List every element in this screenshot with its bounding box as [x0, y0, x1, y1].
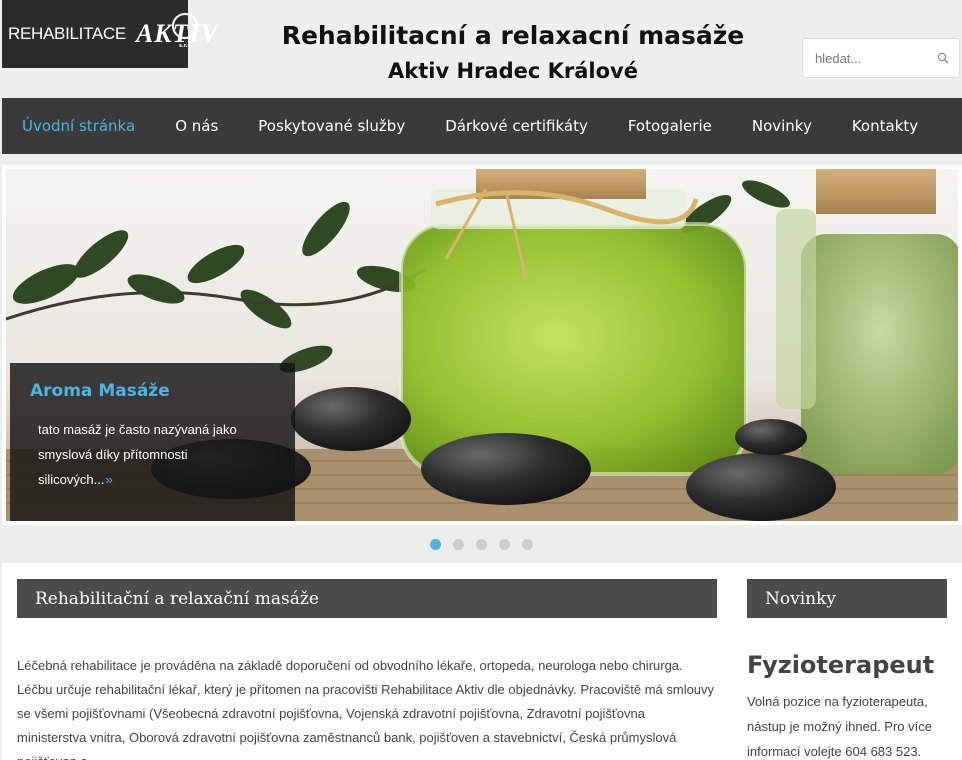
news-title[interactable]: Fyzioterapeut [747, 651, 934, 679]
slide-caption-title[interactable]: Aroma Masáže [30, 381, 275, 401]
sidebar-heading: Novinky [747, 579, 947, 618]
slider-dot[interactable] [476, 539, 487, 550]
slide-caption-body: tato masáž je často nazývaná jako smyslo… [38, 422, 237, 487]
content-area: Rehabilitační a relaxační masáže Léčebná… [2, 563, 962, 760]
read-more-link[interactable]: » [105, 472, 112, 487]
slider-dot[interactable] [499, 539, 510, 550]
slider-dot[interactable] [522, 539, 533, 550]
slider-pagination [430, 539, 533, 550]
slide-caption: Aroma Masáže tato masáž je často nazývan… [10, 363, 295, 521]
logo-text: REHABILITACE [8, 24, 126, 43]
site-subtitle: Aktiv Hradec Králové [388, 59, 638, 83]
search-icon[interactable] [937, 52, 949, 64]
nav-item-gallery[interactable]: Fotogalerie [628, 117, 712, 135]
news-text: Volná pozice na fyzioterapeuta, nástup j… [747, 694, 932, 759]
nav-item-home[interactable]: Úvodní stránka [22, 117, 135, 135]
nav-item-about[interactable]: O nás [175, 117, 218, 135]
nav-item-news[interactable]: Novinky [752, 117, 812, 135]
nav-item-gift-certificates[interactable]: Dárkové certifikáty [445, 117, 588, 135]
main-paragraph: Léčebná rehabilitace je prováděna na zák… [17, 658, 715, 760]
site-title: Rehabilitacní a relaxacní masáže [281, 21, 745, 50]
search-box [802, 38, 960, 78]
search-input[interactable] [803, 39, 923, 77]
nav-item-contacts[interactable]: Kontakty [852, 117, 918, 135]
nav-item-services[interactable]: Poskytované služby [258, 117, 405, 135]
slider-dot[interactable] [430, 539, 441, 550]
site-logo[interactable]: REHABILITACE AKTIV s.r.o. [2, 0, 218, 68]
hero-slider[interactable]: Aroma Masáže tato masáž je často nazývan… [2, 165, 962, 525]
main-heading: Rehabilitační a relaxační masáže [17, 579, 717, 618]
slide-caption-text: tato masáž je často nazývaná jako smyslo… [30, 417, 250, 492]
slider-dot[interactable] [453, 539, 464, 550]
main-nav: Úvodní stránka O nás Poskytované služby … [2, 98, 962, 154]
